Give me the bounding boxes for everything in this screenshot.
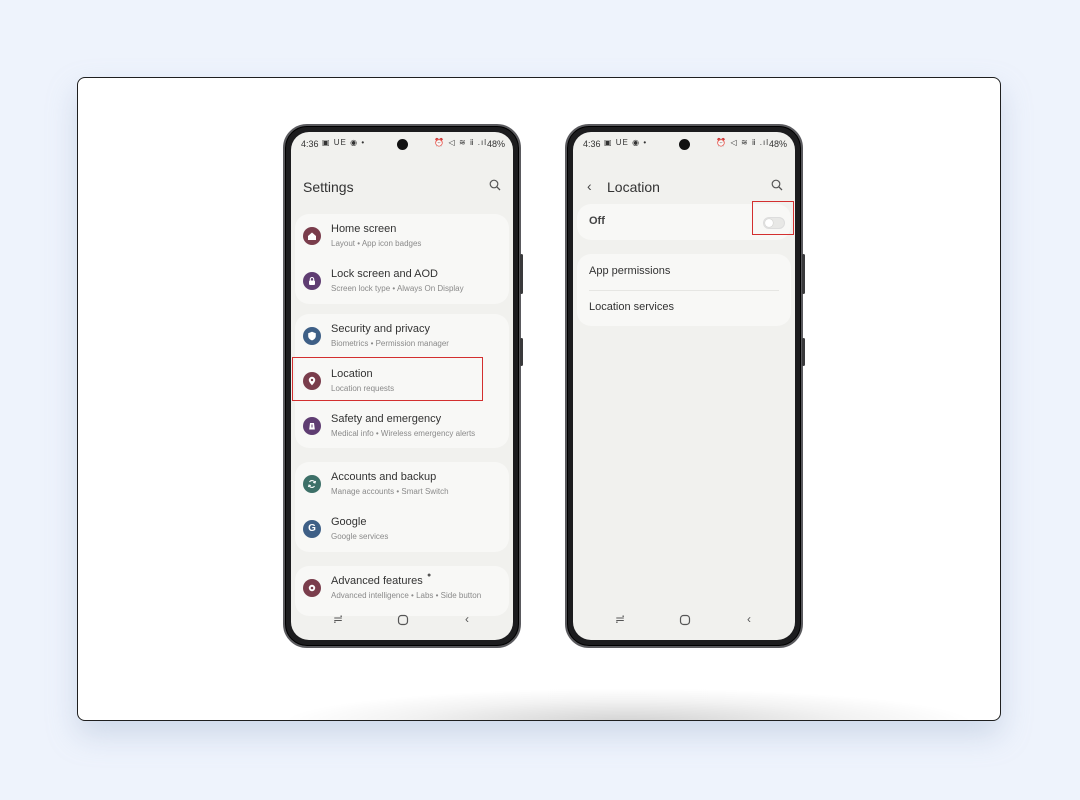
settings-item-sub: Screen lock type • Always On Display [331, 284, 464, 293]
status-right-icons: ⏰ ◁ ≋ ⅱ .ıl [434, 138, 487, 147]
settings-item-accounts[interactable]: Accounts and backup Manage accounts • Sm… [295, 462, 509, 506]
settings-group-1: Home screen Layout • App icon badges Loc… [295, 214, 509, 304]
location-options-group: App permissions Location services [577, 254, 791, 326]
settings-item-label: Accounts and backup [331, 471, 437, 483]
home-nav-icon[interactable] [679, 614, 691, 626]
battery-level: 48% [768, 139, 787, 149]
recents-icon[interactable]: ≓ [333, 612, 343, 626]
settings-item-label: Lock screen and AOD [331, 268, 439, 280]
volume-button [802, 254, 805, 294]
option-label: App permissions [589, 265, 671, 277]
settings-item-label: Security and privacy [331, 323, 431, 335]
settings-group-4: Advanced features ● Advanced intelligenc… [295, 566, 509, 616]
back-nav-icon[interactable]: ‹ [747, 612, 751, 626]
settings-item-label: Advanced features [331, 575, 423, 587]
status-time: 4:36 [583, 139, 601, 149]
settings-item-home-screen[interactable]: Home screen Layout • App icon badges [295, 214, 509, 258]
settings-item-sub: Layout • App icon badges [331, 239, 422, 248]
content-card [77, 77, 1001, 721]
settings-item-sub: Advanced intelligence • Labs • Side butt… [331, 591, 482, 600]
option-location-services[interactable]: Location services [577, 290, 791, 326]
status-right-icons: ⏰ ◁ ≋ ⅱ .ıl [716, 138, 769, 147]
settings-item-security[interactable]: Security and privacy Biometrics • Permis… [295, 314, 509, 358]
settings-item-sub: Google services [331, 532, 389, 541]
option-label: Location services [589, 301, 674, 313]
page-title: Settings [303, 179, 354, 195]
settings-item-label: Google [331, 516, 367, 528]
power-button [520, 338, 523, 366]
power-button [802, 338, 805, 366]
status-left-icons: ▣ UE ◉ • [604, 138, 648, 147]
new-dot-icon: ● [427, 572, 432, 579]
status-left-icons: ▣ UE ◉ • [322, 138, 366, 147]
page-title: Location [607, 179, 660, 195]
settings-item-google[interactable]: G Google Google services [295, 507, 509, 551]
shield-icon [303, 327, 321, 345]
floor-shadow [278, 688, 978, 720]
gear-star-icon [303, 579, 321, 597]
sync-icon [303, 475, 321, 493]
option-app-permissions[interactable]: App permissions [577, 254, 791, 290]
toggle-label: Off [589, 215, 605, 227]
emergency-icon [303, 417, 321, 435]
settings-item-sub: Biometrics • Permission manager [331, 339, 449, 348]
battery-level: 48% [486, 139, 505, 149]
settings-item-label: Home screen [331, 223, 397, 235]
camera-icon [397, 139, 408, 150]
google-icon: G [303, 520, 321, 538]
settings-item-lock-screen[interactable]: Lock screen and AOD Screen lock type • A… [295, 259, 509, 303]
search-icon[interactable] [771, 179, 783, 191]
nav-bar: ≓ ‹ [291, 612, 513, 628]
toggle-highlight-box [752, 201, 794, 235]
home-nav-icon[interactable] [397, 614, 409, 626]
back-icon[interactable]: ‹ [587, 178, 592, 194]
search-icon[interactable] [489, 179, 501, 191]
settings-group-3: Accounts and backup Manage accounts • Sm… [295, 462, 509, 552]
home-icon [303, 227, 321, 245]
location-highlight-box [292, 357, 483, 401]
camera-icon [679, 139, 690, 150]
status-time: 4:36 [301, 139, 319, 149]
settings-item-label: Safety and emergency [331, 413, 442, 425]
settings-item-safety[interactable]: Safety and emergency Medical info • Wire… [295, 404, 509, 448]
settings-item-sub: Medical info • Wireless emergency alerts [331, 429, 476, 438]
location-header: ‹ Location [573, 176, 795, 198]
recents-icon[interactable]: ≓ [615, 612, 625, 626]
settings-header: Settings [291, 176, 513, 198]
volume-button [520, 254, 523, 294]
settings-item-sub: Manage accounts • Smart Switch [331, 487, 449, 496]
lock-icon [303, 272, 321, 290]
back-nav-icon[interactable]: ‹ [465, 612, 469, 626]
nav-bar: ≓ ‹ [573, 612, 795, 628]
settings-item-advanced[interactable]: Advanced features ● Advanced intelligenc… [295, 566, 509, 610]
